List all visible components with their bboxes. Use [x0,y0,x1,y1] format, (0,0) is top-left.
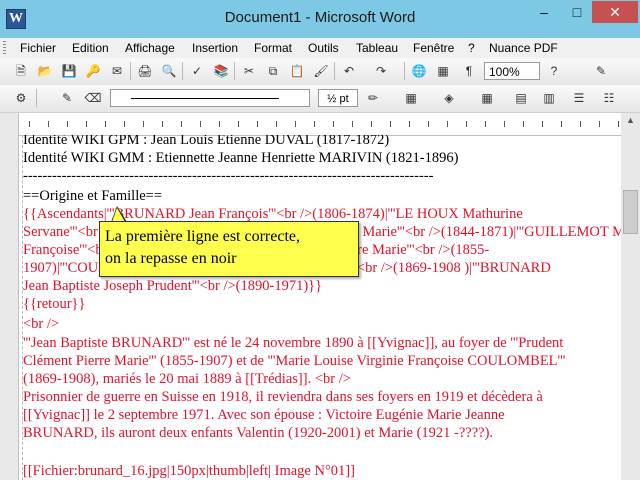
callout-line: La première ligne est correcte, [105,228,300,245]
doc-line: (1869-1908), mariés le 20 mai 1889 à [[T… [23,371,351,387]
scroll-thumb[interactable] [623,190,638,234]
doc-line: Clément Pierre Marie''' (1855-1907) et d… [23,353,566,369]
ruler-corner[interactable] [0,113,19,135]
menu-edition[interactable]: Edition [72,41,109,55]
doc-line: BRUNARD, ils auront deux enfants Valenti… [23,425,494,441]
doc-line: <br /> [23,316,60,332]
menu-nuance-pdf[interactable]: Nuance PDF [489,41,558,55]
doc-line: [[Yvignac]] le 2 septembre 1971. Avec so… [23,407,505,423]
zoom-select[interactable]: 100% [484,62,540,80]
doc-line: [[Fichier:brunard_16.jpg|150px|thumb|lef… [23,463,355,479]
close-button[interactable]: ✕ [592,1,638,23]
split-cells-icon[interactable]: ▥ [540,89,558,107]
merge-cells-icon[interactable]: ▤ [512,89,530,107]
callout-line: on la repasse en noir [105,250,237,267]
menu-fichier[interactable]: Fichier [20,41,56,55]
help-icon[interactable]: ? [545,62,563,80]
vertical-scrollbar[interactable]: ▲ [621,113,640,480]
line-weight-select[interactable]: ½ pt [318,89,358,107]
doc-line: Jean Baptiste Joseph Prudent'''<br />(18… [23,278,323,294]
toolbar-separator [182,62,183,80]
menu-fenetre[interactable]: Fenêtre [413,41,454,55]
line-style-select[interactable] [110,89,310,107]
research-icon[interactable]: 📚 [212,62,230,80]
table-icon[interactable]: ▦ [434,62,452,80]
doc-line: Prisonnier de guerre en Suisse en 1918, … [23,389,543,405]
redo-icon[interactable]: ↷ [372,62,390,80]
distribute-icon[interactable]: ☷ [600,89,618,107]
doc-line: '''Jean Baptiste BRUNARD''' est né le 24… [23,335,564,351]
menu-outils[interactable]: Outils [308,41,339,55]
maximize-button[interactable]: □ [563,1,591,23]
highlight-icon[interactable]: ✎ [592,62,610,80]
insert-table-icon[interactable]: ▦ [478,89,496,107]
permission-icon[interactable]: 🔑 [84,62,102,80]
print-icon[interactable]: 🖨 [136,62,154,80]
toolbar-separator [234,62,235,80]
undo-icon[interactable]: ↶ [340,62,358,80]
save-icon[interactable]: 💾 [60,62,78,80]
shading-icon[interactable]: ◈ [440,89,458,107]
options-icon[interactable]: ⚙ [12,89,30,107]
menu-help[interactable]: ? [468,41,475,55]
cut-icon[interactable]: ✂ [240,62,258,80]
menu-affichage[interactable]: Affichage [125,41,175,55]
document-area[interactable]: Identité WIKI GPM : Jean Louis Etienne D… [19,135,621,480]
toolbar-separator [334,62,335,80]
callout-pointer-fill [112,208,125,222]
toolbar-separator [404,62,405,80]
title-bar: W Document1 - Microsoft Word – □ ✕ [0,0,640,38]
format-painter-icon[interactable]: 🖌 [312,62,330,80]
open-folder-icon[interactable]: 📂 [36,62,54,80]
align-icon[interactable]: ☰ [570,89,588,107]
menu-format[interactable]: Format [254,41,292,55]
standard-toolbar: 🗎 📂 💾 🔑 ✉ 🖨 🔍 ✓ 📚 ✂ ⧉ 📋 🖌 ↶ ↷ 🌐 ▦ ¶ 100%… [0,58,640,86]
spelling-icon[interactable]: ✓ [188,62,206,80]
menu-insertion[interactable]: Insertion [192,41,238,55]
vertical-ruler[interactable] [0,135,19,480]
copy-icon[interactable]: ⧉ [264,62,282,80]
horizontal-ruler[interactable] [19,113,621,136]
border-color-icon[interactable]: ✏ [364,89,382,107]
minimize-button[interactable]: – [530,1,558,23]
scroll-up-icon[interactable]: ▲ [621,115,640,125]
toolbar-separator [130,62,131,80]
borders-icon[interactable]: ▦ [402,89,420,107]
new-document-icon[interactable]: 🗎 [12,62,30,80]
menu-bar: Fichier Edition Affichage Insertion Form… [0,38,640,58]
doc-line: ==Origine et Famille== [23,188,163,204]
doc-line: Identité WIKI GPM : Jean Louis Etienne D… [23,135,390,148]
print-preview-icon[interactable]: 🔍 [160,62,178,80]
doc-line: ----------------------------------------… [23,168,434,184]
draw-table-icon[interactable]: ✎ [58,89,76,107]
menu-tableau[interactable]: Tableau [356,41,398,55]
eraser-icon[interactable]: ⌫ [84,89,102,107]
annotation-callout: La première ligne est correcte, on la re… [99,221,359,277]
drawing-toolbar: ⚙ ✎ ⌫ ½ pt ✏ ▦ ◈ ▦ ▤ ▥ ☰ ☷ [0,85,640,113]
doc-line: Identité WIKI GMM : Etiennette Jeanne He… [23,150,459,166]
email-icon[interactable]: ✉ [108,62,126,80]
paste-icon[interactable]: 📋 [288,62,306,80]
show-hide-icon[interactable]: ¶ [460,62,478,80]
toolbar-separator [36,89,37,107]
hyperlink-icon[interactable]: 🌐 [410,62,428,80]
menubar-grip[interactable] [3,41,6,55]
doc-line: {{retour}} [23,296,86,312]
